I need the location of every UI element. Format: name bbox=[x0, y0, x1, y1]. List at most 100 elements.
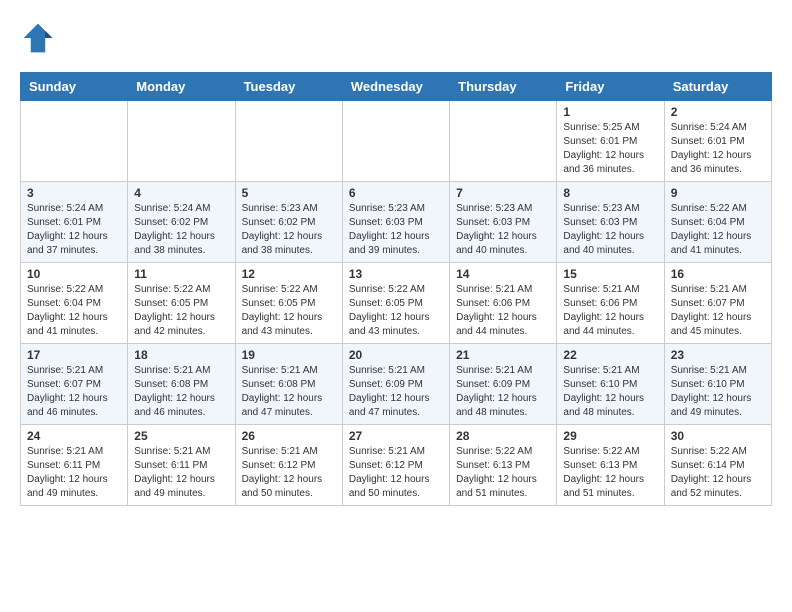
day-number: 21 bbox=[456, 348, 550, 362]
day-number: 14 bbox=[456, 267, 550, 281]
day-info: Sunrise: 5:25 AM Sunset: 6:01 PM Dayligh… bbox=[563, 121, 657, 177]
day-info: Sunrise: 5:23 AM Sunset: 6:03 PM Dayligh… bbox=[349, 202, 443, 258]
calendar-cell: 12Sunrise: 5:22 AM Sunset: 6:05 PM Dayli… bbox=[235, 263, 342, 344]
day-info: Sunrise: 5:24 AM Sunset: 6:01 PM Dayligh… bbox=[671, 121, 765, 177]
calendar-week-row: 3 Sunrise: 5:24 AM Sunset: 6:01 PM Daylig… bbox=[21, 182, 772, 263]
calendar-week-row: 17 Sunrise: 5:21 AM Sunset: 6:07 PM Dayli… bbox=[21, 344, 772, 425]
day-number: 10 bbox=[27, 267, 121, 281]
weekday-header: Thursday bbox=[450, 73, 557, 101]
calendar-cell: 6 Sunrise: 5:23 AM Sunset: 6:03 PM Daylig… bbox=[342, 182, 449, 263]
day-number: 11 bbox=[134, 267, 228, 281]
day-info: Sunrise: 5:21 AM Sunset: 6:06 PM Dayligh… bbox=[563, 283, 657, 339]
day-number: 9 bbox=[671, 186, 765, 200]
calendar-week-row: 24 Sunrise: 5:21 AM Sunset: 6:11 PM Dayli… bbox=[21, 425, 772, 506]
day-number: 22 bbox=[563, 348, 657, 362]
calendar-cell: 19Sunrise: 5:21 AM Sunset: 6:08 PM Dayli… bbox=[235, 344, 342, 425]
day-number: 1 bbox=[563, 105, 657, 119]
calendar-cell: 28 Sunrise: 5:22 AM Sunset: 6:13 PM Dayli… bbox=[450, 425, 557, 506]
calendar-cell: 10 Sunrise: 5:22 AM Sunset: 6:04 PM Dayli… bbox=[21, 263, 128, 344]
calendar-cell: 25 Sunrise: 5:21 AM Sunset: 6:11 PM Dayli… bbox=[128, 425, 235, 506]
calendar-cell: 4 Sunrise: 5:24 AM Sunset: 6:02 PM Daylig… bbox=[128, 182, 235, 263]
logo bbox=[20, 20, 62, 56]
calendar-cell: 20 Sunrise: 5:21 AM Sunset: 6:09 PM Dayli… bbox=[342, 344, 449, 425]
day-number: 29 bbox=[563, 429, 657, 443]
day-info: Sunrise: 5:21 AM Sunset: 6:11 PM Dayligh… bbox=[134, 445, 228, 501]
day-number: 27 bbox=[349, 429, 443, 443]
day-number: 4 bbox=[134, 186, 228, 200]
calendar-cell: 11Sunrise: 5:22 AM Sunset: 6:05 PM Dayli… bbox=[128, 263, 235, 344]
day-number: 7 bbox=[456, 186, 550, 200]
day-info: Sunrise: 5:21 AM Sunset: 6:12 PM Dayligh… bbox=[242, 445, 336, 501]
day-number: 8 bbox=[563, 186, 657, 200]
weekday-header: Monday bbox=[128, 73, 235, 101]
day-info: Sunrise: 5:21 AM Sunset: 6:07 PM Dayligh… bbox=[27, 364, 121, 420]
calendar-cell: 9 Sunrise: 5:22 AM Sunset: 6:04 PM Daylig… bbox=[664, 182, 771, 263]
day-info: Sunrise: 5:21 AM Sunset: 6:09 PM Dayligh… bbox=[349, 364, 443, 420]
day-info: Sunrise: 5:23 AM Sunset: 6:02 PM Dayligh… bbox=[242, 202, 336, 258]
day-number: 20 bbox=[349, 348, 443, 362]
calendar-body: 1 Sunrise: 5:25 AM Sunset: 6:01 PM Daylig… bbox=[21, 101, 772, 506]
day-info: Sunrise: 5:24 AM Sunset: 6:02 PM Dayligh… bbox=[134, 202, 228, 258]
calendar-cell: 14Sunrise: 5:21 AM Sunset: 6:06 PM Dayli… bbox=[450, 263, 557, 344]
day-number: 15 bbox=[563, 267, 657, 281]
day-info: Sunrise: 5:23 AM Sunset: 6:03 PM Dayligh… bbox=[456, 202, 550, 258]
day-number: 30 bbox=[671, 429, 765, 443]
day-info: Sunrise: 5:21 AM Sunset: 6:10 PM Dayligh… bbox=[563, 364, 657, 420]
weekday-header: Tuesday bbox=[235, 73, 342, 101]
weekday-row: SundayMondayTuesdayWednesdayThursdayFrid… bbox=[21, 73, 772, 101]
day-number: 13 bbox=[349, 267, 443, 281]
day-info: Sunrise: 5:21 AM Sunset: 6:11 PM Dayligh… bbox=[27, 445, 121, 501]
calendar-cell bbox=[21, 101, 128, 182]
calendar-cell: 5 Sunrise: 5:23 AM Sunset: 6:02 PM Daylig… bbox=[235, 182, 342, 263]
day-number: 5 bbox=[242, 186, 336, 200]
day-number: 6 bbox=[349, 186, 443, 200]
calendar-cell: 7 Sunrise: 5:23 AM Sunset: 6:03 PM Daylig… bbox=[450, 182, 557, 263]
calendar-header: SundayMondayTuesdayWednesdayThursdayFrid… bbox=[21, 73, 772, 101]
day-info: Sunrise: 5:21 AM Sunset: 6:09 PM Dayligh… bbox=[456, 364, 550, 420]
calendar-cell: 16 Sunrise: 5:21 AM Sunset: 6:07 PM Dayli… bbox=[664, 263, 771, 344]
day-info: Sunrise: 5:21 AM Sunset: 6:08 PM Dayligh… bbox=[242, 364, 336, 420]
calendar-cell bbox=[235, 101, 342, 182]
weekday-header: Sunday bbox=[21, 73, 128, 101]
day-number: 17 bbox=[27, 348, 121, 362]
calendar-cell: 18Sunrise: 5:21 AM Sunset: 6:08 PM Dayli… bbox=[128, 344, 235, 425]
day-number: 24 bbox=[27, 429, 121, 443]
calendar-cell: 8 Sunrise: 5:23 AM Sunset: 6:03 PM Daylig… bbox=[557, 182, 664, 263]
day-info: Sunrise: 5:22 AM Sunset: 6:05 PM Dayligh… bbox=[242, 283, 336, 339]
calendar-cell: 2 Sunrise: 5:24 AM Sunset: 6:01 PM Daylig… bbox=[664, 101, 771, 182]
day-info: Sunrise: 5:22 AM Sunset: 6:14 PM Dayligh… bbox=[671, 445, 765, 501]
day-number: 16 bbox=[671, 267, 765, 281]
calendar-cell bbox=[450, 101, 557, 182]
calendar-table: SundayMondayTuesdayWednesdayThursdayFrid… bbox=[20, 72, 772, 506]
day-number: 3 bbox=[27, 186, 121, 200]
day-number: 26 bbox=[242, 429, 336, 443]
weekday-header: Saturday bbox=[664, 73, 771, 101]
calendar-cell: 23Sunrise: 5:21 AM Sunset: 6:10 PM Dayli… bbox=[664, 344, 771, 425]
day-number: 2 bbox=[671, 105, 765, 119]
calendar-week-row: 1 Sunrise: 5:25 AM Sunset: 6:01 PM Daylig… bbox=[21, 101, 772, 182]
calendar-cell: 3 Sunrise: 5:24 AM Sunset: 6:01 PM Daylig… bbox=[21, 182, 128, 263]
calendar-cell: 30 Sunrise: 5:22 AM Sunset: 6:14 PM Dayli… bbox=[664, 425, 771, 506]
calendar-cell: 13Sunrise: 5:22 AM Sunset: 6:05 PM Dayli… bbox=[342, 263, 449, 344]
calendar-cell: 1 Sunrise: 5:25 AM Sunset: 6:01 PM Daylig… bbox=[557, 101, 664, 182]
day-info: Sunrise: 5:21 AM Sunset: 6:07 PM Dayligh… bbox=[671, 283, 765, 339]
calendar-week-row: 10 Sunrise: 5:22 AM Sunset: 6:04 PM Dayli… bbox=[21, 263, 772, 344]
weekday-header: Wednesday bbox=[342, 73, 449, 101]
day-info: Sunrise: 5:21 AM Sunset: 6:12 PM Dayligh… bbox=[349, 445, 443, 501]
calendar-cell: 22 Sunrise: 5:21 AM Sunset: 6:10 PM Dayli… bbox=[557, 344, 664, 425]
day-info: Sunrise: 5:23 AM Sunset: 6:03 PM Dayligh… bbox=[563, 202, 657, 258]
weekday-header: Friday bbox=[557, 73, 664, 101]
calendar-cell bbox=[128, 101, 235, 182]
calendar-cell bbox=[342, 101, 449, 182]
day-number: 25 bbox=[134, 429, 228, 443]
day-number: 28 bbox=[456, 429, 550, 443]
logo-icon bbox=[20, 20, 56, 56]
day-info: Sunrise: 5:22 AM Sunset: 6:13 PM Dayligh… bbox=[563, 445, 657, 501]
calendar-cell: 29 Sunrise: 5:22 AM Sunset: 6:13 PM Dayli… bbox=[557, 425, 664, 506]
day-info: Sunrise: 5:24 AM Sunset: 6:01 PM Dayligh… bbox=[27, 202, 121, 258]
page-header bbox=[20, 20, 772, 56]
day-info: Sunrise: 5:22 AM Sunset: 6:04 PM Dayligh… bbox=[27, 283, 121, 339]
day-info: Sunrise: 5:22 AM Sunset: 6:04 PM Dayligh… bbox=[671, 202, 765, 258]
day-info: Sunrise: 5:22 AM Sunset: 6:13 PM Dayligh… bbox=[456, 445, 550, 501]
day-info: Sunrise: 5:21 AM Sunset: 6:08 PM Dayligh… bbox=[134, 364, 228, 420]
